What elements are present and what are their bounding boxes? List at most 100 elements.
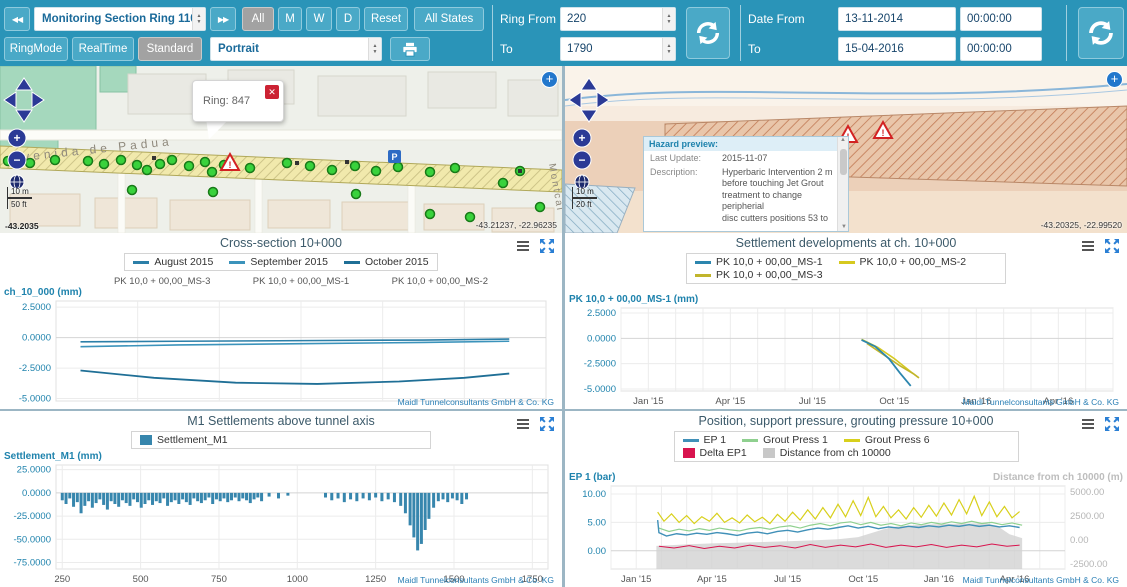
svg-text:ch_10_000 (mm): ch_10_000 (mm) <box>4 287 82 298</box>
pan-down-arrow[interactable] <box>16 110 32 122</box>
ring-from-input[interactable] <box>560 7 676 31</box>
map-pan-control[interactable]: + − <box>2 76 46 192</box>
svg-text:0.00: 0.00 <box>1070 535 1089 546</box>
pan-down-arrow[interactable] <box>581 110 597 122</box>
svg-text:PK 10,0 + 00,00_MS-2: PK 10,0 + 00,00_MS-2 <box>392 276 488 287</box>
date-from-input[interactable] <box>838 7 956 31</box>
last-update-label: Last Update: <box>650 153 722 165</box>
ringmode-button[interactable]: RingMode <box>4 37 68 61</box>
svg-text:Jul '15: Jul '15 <box>799 396 826 407</box>
svg-text:0.0000: 0.0000 <box>22 333 51 344</box>
watermark: Maidl Tunnelconsultants GmbH & Co. KG <box>963 397 1119 407</box>
time-from-input[interactable] <box>960 7 1042 31</box>
legend-item[interactable]: September 2015 <box>229 256 328 268</box>
chart-plot[interactable]: 25.00000.0000-25.0000-50.0000-75.0000250… <box>0 449 562 587</box>
date-to-input[interactable] <box>838 37 956 61</box>
legend-item[interactable]: PK 10,0 + 00,00_MS-2 <box>839 256 967 268</box>
pan-left-arrow[interactable] <box>569 92 581 108</box>
refresh-date-button[interactable] <box>1078 7 1124 59</box>
svg-text:-2500.00: -2500.00 <box>1070 559 1108 570</box>
range-day-button[interactable]: D <box>336 7 360 31</box>
pan-up-arrow[interactable] <box>581 78 597 90</box>
chart-expand-icon[interactable] <box>539 416 555 432</box>
legend-item[interactable]: PK 10,0 + 00,00_MS-1 <box>695 256 823 268</box>
standard-button[interactable]: Standard <box>138 37 202 61</box>
range-week-button[interactable]: W <box>306 7 332 31</box>
all-states-button[interactable]: All States <box>414 7 484 31</box>
ring-from-spinner-icon[interactable]: ▲▼ <box>662 8 675 30</box>
chart-legend: PK 10,0 + 00,00_MS-1 PK 10,0 + 00,00_MS-2… <box>686 253 1006 284</box>
chart-expand-icon[interactable] <box>1104 238 1120 254</box>
legend-item[interactable]: EP 1 <box>683 434 727 446</box>
legend-item[interactable]: Grout Press 6 <box>844 434 930 446</box>
popup-scrollbar[interactable]: ▲▼ <box>837 137 848 231</box>
hazard-popup: Hazard preview: Last Update: 2015-11-07 … <box>643 136 849 232</box>
orientation-select[interactable]: Portrait ▲▼ <box>210 37 382 61</box>
legend-item[interactable]: PK 10,0 + 00,00_MS-3 <box>695 269 823 281</box>
map-coordinates: -43.21237, -22.96235 <box>476 220 557 230</box>
legend-item[interactable]: Delta EP1 <box>683 447 747 459</box>
svg-text:25.0000: 25.0000 <box>17 465 51 476</box>
svg-text:PK 10,0 + 00,00_MS-1 (mm): PK 10,0 + 00,00_MS-1 (mm) <box>569 294 698 305</box>
svg-text:Settlement_M1 (mm): Settlement_M1 (mm) <box>4 451 102 462</box>
chart-menu-icon[interactable] <box>1080 416 1096 432</box>
close-icon[interactable]: ✕ <box>265 85 279 99</box>
svg-text:+: + <box>13 131 20 145</box>
prev-section-button[interactable]: ◀◀ <box>4 7 30 31</box>
select-spinner-icon[interactable]: ▲▼ <box>192 8 205 30</box>
section-select[interactable]: Monitoring Section Ring 110 ▲▼ <box>34 7 206 31</box>
legend-item[interactable]: October 2015 <box>344 256 429 268</box>
range-month-button[interactable]: M <box>278 7 302 31</box>
pan-left-arrow[interactable] <box>4 92 16 108</box>
svg-text:1000: 1000 <box>287 574 308 585</box>
pan-right-arrow[interactable] <box>597 92 609 108</box>
chart-expand-icon[interactable] <box>539 238 555 254</box>
map-pan-control[interactable]: + − <box>567 76 611 192</box>
street-map[interactable]: Avenida de Padua Montcal <box>0 66 562 233</box>
print-button[interactable] <box>390 37 430 61</box>
chart-menu-icon[interactable] <box>1080 238 1096 254</box>
chart-plot[interactable]: 10.005.000.005000.002500.000.00-2500.00J… <box>565 462 1127 587</box>
legend-item[interactable]: August 2015 <box>133 256 213 268</box>
hazard-map[interactable]: ! ! Hazard preview: Last Update: 2015-11… <box>565 66 1127 233</box>
pan-up-arrow[interactable] <box>16 78 32 90</box>
svg-text:-2.5000: -2.5000 <box>19 363 51 374</box>
scale-feet: 20 ft <box>572 198 597 209</box>
refresh-ring-button[interactable] <box>686 7 730 59</box>
ring-to-field[interactable]: ▲▼ <box>560 37 676 61</box>
chart-plot[interactable]: 2.50000.0000-2.5000-5.0000PK 10,0 + 00,0… <box>0 271 562 409</box>
legend-item[interactable]: Grout Press 1 <box>742 434 828 446</box>
chart-expand-icon[interactable] <box>1104 416 1120 432</box>
ring-to-spinner-icon[interactable]: ▲▼ <box>662 38 675 60</box>
svg-text:PK 10,0 + 00,00_MS-1: PK 10,0 + 00,00_MS-1 <box>253 276 349 287</box>
realtime-button[interactable]: RealTime <box>72 37 134 61</box>
ring-from-field[interactable]: ▲▼ <box>560 7 676 31</box>
legend-item[interactable]: Distance from ch 10000 <box>763 447 891 459</box>
range-all-button[interactable]: All <box>242 7 274 31</box>
refresh-icon <box>694 19 722 47</box>
svg-text:-5.0000: -5.0000 <box>19 394 51 405</box>
ring-from-label: Ring From <box>500 12 556 26</box>
pan-right-arrow[interactable] <box>32 92 44 108</box>
reset-button[interactable]: Reset <box>364 7 408 31</box>
svg-text:2500.00: 2500.00 <box>1070 511 1104 522</box>
chart-plot[interactable]: 2.50000.0000-2.5000-5.0000Jan '15Apr '15… <box>565 284 1127 409</box>
select-spinner-icon[interactable]: ▲▼ <box>368 38 381 60</box>
svg-text:2.5000: 2.5000 <box>587 308 616 319</box>
chart-menu-icon[interactable] <box>515 238 531 254</box>
map-expand-button[interactable]: + <box>541 71 558 88</box>
time-to-input[interactable] <box>960 37 1042 61</box>
printer-icon <box>402 42 418 57</box>
road <box>0 130 562 140</box>
next-section-button[interactable]: ▶▶ <box>210 7 236 31</box>
date-from-label: Date From <box>748 12 805 26</box>
ring-to-input[interactable] <box>560 37 676 61</box>
chart-legend: Settlement_M1 <box>131 431 431 449</box>
refresh-icon <box>1086 18 1116 48</box>
map-expand-button[interactable]: + <box>1106 71 1123 88</box>
chart-menu-icon[interactable] <box>515 416 531 432</box>
svg-text:1250: 1250 <box>365 574 386 585</box>
road <box>255 172 262 233</box>
legend-item[interactable]: Settlement_M1 <box>140 434 228 446</box>
chart-legend: EP 1 Grout Press 1 Grout Press 6 Delta EP1 D… <box>674 431 1019 462</box>
